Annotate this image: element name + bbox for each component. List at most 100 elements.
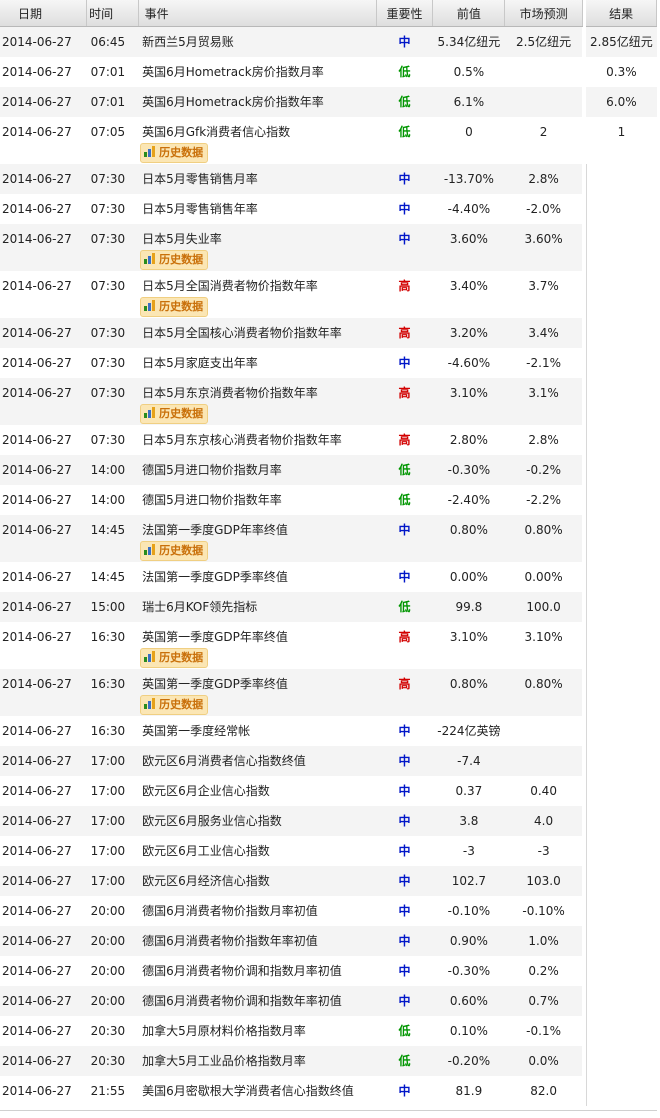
cell-previous: 0.5% xyxy=(453,64,485,79)
cell-time: 14:45 xyxy=(86,514,139,562)
table-row: 2014-06-27 07:30 日本5月家庭支出年率 中 -4.60% -2.1% xyxy=(0,347,657,378)
cell-result xyxy=(585,865,657,896)
cell-importance: 低 xyxy=(376,454,433,485)
cell-forecast: 0.00% xyxy=(524,569,563,584)
cell-time: 16:30 xyxy=(86,668,139,716)
cell-result xyxy=(585,621,657,669)
importance-badge: 中 xyxy=(398,201,411,216)
cell-importance: 高 xyxy=(376,622,433,669)
cell-forecast: 3.4% xyxy=(504,317,583,348)
history-data-button[interactable]: 历史数据 xyxy=(140,694,209,715)
table-row: 2014-06-27 15:00 瑞士6月KOF领先指标 低 99.8 100.0 xyxy=(0,591,657,622)
cell-time: 17:00 xyxy=(90,843,126,858)
table-row: 2014-06-27 07:30 日本5月东京消费者物价指数年率 历史数据 高 3.10%… xyxy=(0,377,657,425)
cell-importance: 中 xyxy=(376,163,433,194)
cell-event: 日本5月东京消费者物价指数年率 历史数据 xyxy=(138,377,377,425)
cell-previous: 3.40% xyxy=(449,278,488,293)
cell-time: 07:01 xyxy=(90,64,126,79)
bar-chart-icon xyxy=(143,251,157,268)
importance-badge: 中 xyxy=(398,873,411,888)
cell-event: 德国6月消费者物价指数月率初值 xyxy=(142,903,318,918)
cell-forecast: 0.0% xyxy=(504,1045,583,1076)
importance-badge: 中 xyxy=(398,522,411,537)
cell-forecast: -2.1% xyxy=(526,355,561,370)
cell-event: 日本5月零售销售年率 xyxy=(142,201,258,216)
history-data-label: 历史数据 xyxy=(159,145,204,159)
cell-time: 14:45 xyxy=(90,569,126,584)
header-previous: 前值 xyxy=(432,0,506,27)
cell-date: 2014-06-27 xyxy=(2,1023,72,1038)
cell-importance: 中 xyxy=(376,1076,433,1106)
cell-result xyxy=(585,377,657,425)
cell-forecast: -3 xyxy=(537,843,550,858)
table-row: 2014-06-27 20:30 加拿大5月原材料价格指数月率 低 0.10% -0.1% xyxy=(0,1015,657,1046)
importance-badge: 低 xyxy=(398,1053,411,1068)
cell-time: 07:30 xyxy=(86,377,139,425)
cell-forecast: 0.7% xyxy=(504,985,583,1016)
cell-date: 2014-06-27 xyxy=(0,985,87,1016)
cell-result: 2.85亿纽元 xyxy=(586,26,657,57)
table-row: 2014-06-27 14:00 德国5月进口物价指数年率 低 -2.40% -2.2% xyxy=(0,484,657,515)
cell-previous: 99.8 xyxy=(432,591,505,622)
cell-result xyxy=(585,484,657,515)
cell-date: 2014-06-27 xyxy=(0,745,87,776)
importance-badge: 中 xyxy=(398,569,411,584)
history-data-button[interactable]: 历史数据 xyxy=(140,647,209,668)
cell-previous: 2.80% xyxy=(449,432,488,447)
cell-result: 0.3% xyxy=(606,64,637,79)
table-row: 2014-06-27 14:45 法国第一季度GDP年率终值 历史数据 中 0.80% 0.… xyxy=(0,514,657,562)
history-data-button[interactable]: 历史数据 xyxy=(140,142,209,163)
cell-forecast: 1.0% xyxy=(504,925,583,956)
cell-importance: 中 xyxy=(376,925,433,956)
history-data-button[interactable]: 历史数据 xyxy=(140,296,209,317)
history-data-label: 历史数据 xyxy=(159,697,204,711)
cell-forecast: 103.0 xyxy=(504,865,583,896)
cell-forecast: 0.40 xyxy=(530,783,557,798)
cell-time: 20:30 xyxy=(90,1023,126,1038)
importance-badge: 中 xyxy=(398,753,411,768)
cell-result xyxy=(585,1045,657,1076)
importance-badge: 低 xyxy=(398,94,411,109)
cell-event: 法国第一季度GDP季率终值 xyxy=(142,569,288,584)
bar-chart-icon xyxy=(143,144,157,161)
table-row: 2014-06-27 17:00 欧元区6月企业信心指数 中 0.37 0.40 xyxy=(0,775,657,806)
table-row: 2014-06-27 07:30 日本5月全国消费者物价指数年率 历史数据 高 3.40%… xyxy=(0,270,657,318)
cell-time: 20:00 xyxy=(90,903,126,918)
cell-result xyxy=(585,668,657,716)
cell-event: 德国6月消费者物价调和指数年率初值 xyxy=(138,985,377,1016)
history-data-button[interactable]: 历史数据 xyxy=(140,403,209,424)
cell-date: 2014-06-27 xyxy=(0,223,87,271)
cell-event: 日本5月家庭支出年率 xyxy=(142,355,258,370)
history-data-label: 历史数据 xyxy=(159,543,204,557)
importance-badge: 中 xyxy=(398,723,411,738)
cell-result: 1 xyxy=(617,124,626,139)
cell-importance: 中 xyxy=(376,514,433,562)
cell-previous: -13.70% xyxy=(432,163,505,194)
cell-result xyxy=(585,163,657,194)
cell-date: 2014-06-27 xyxy=(0,514,87,562)
cell-event: 德国5月进口物价指数年率 xyxy=(142,492,282,507)
history-data-button[interactable]: 历史数据 xyxy=(140,540,209,561)
cell-importance: 中 xyxy=(376,194,433,224)
table-row: 2014-06-27 20:30 加拿大5月工业品价格指数月率 低 -0.20% 0.0% xyxy=(0,1045,657,1076)
cell-time: 07:30 xyxy=(90,201,126,216)
cell-previous: 0.10% xyxy=(449,1023,488,1038)
history-data-label: 历史数据 xyxy=(159,650,204,664)
importance-badge: 中 xyxy=(398,813,411,828)
cell-time: 07:30 xyxy=(86,163,139,194)
cell-date: 2014-06-27 xyxy=(0,591,87,622)
cell-forecast: -2.0% xyxy=(526,201,561,216)
cell-date: 2014-06-27 xyxy=(2,963,72,978)
cell-forecast: 3.60% xyxy=(504,223,583,271)
table-row: 2014-06-27 07:01 英国6月Hometrack房价指数年率 低 6.1% 6… xyxy=(0,86,657,117)
cell-time: 20:00 xyxy=(86,985,139,1016)
cell-previous: 81.9 xyxy=(455,1083,483,1098)
cell-date: 2014-06-27 xyxy=(0,805,87,836)
history-data-button[interactable]: 历史数据 xyxy=(140,249,209,270)
cell-time: 20:30 xyxy=(86,1045,139,1076)
cell-time: 20:00 xyxy=(86,925,139,956)
cell-previous: 0.60% xyxy=(432,985,505,1016)
table-row: 2014-06-27 14:45 法国第一季度GDP季率终值 中 0.00% 0.00% xyxy=(0,561,657,592)
importance-badge: 中 xyxy=(398,993,411,1008)
cell-result xyxy=(585,955,657,986)
